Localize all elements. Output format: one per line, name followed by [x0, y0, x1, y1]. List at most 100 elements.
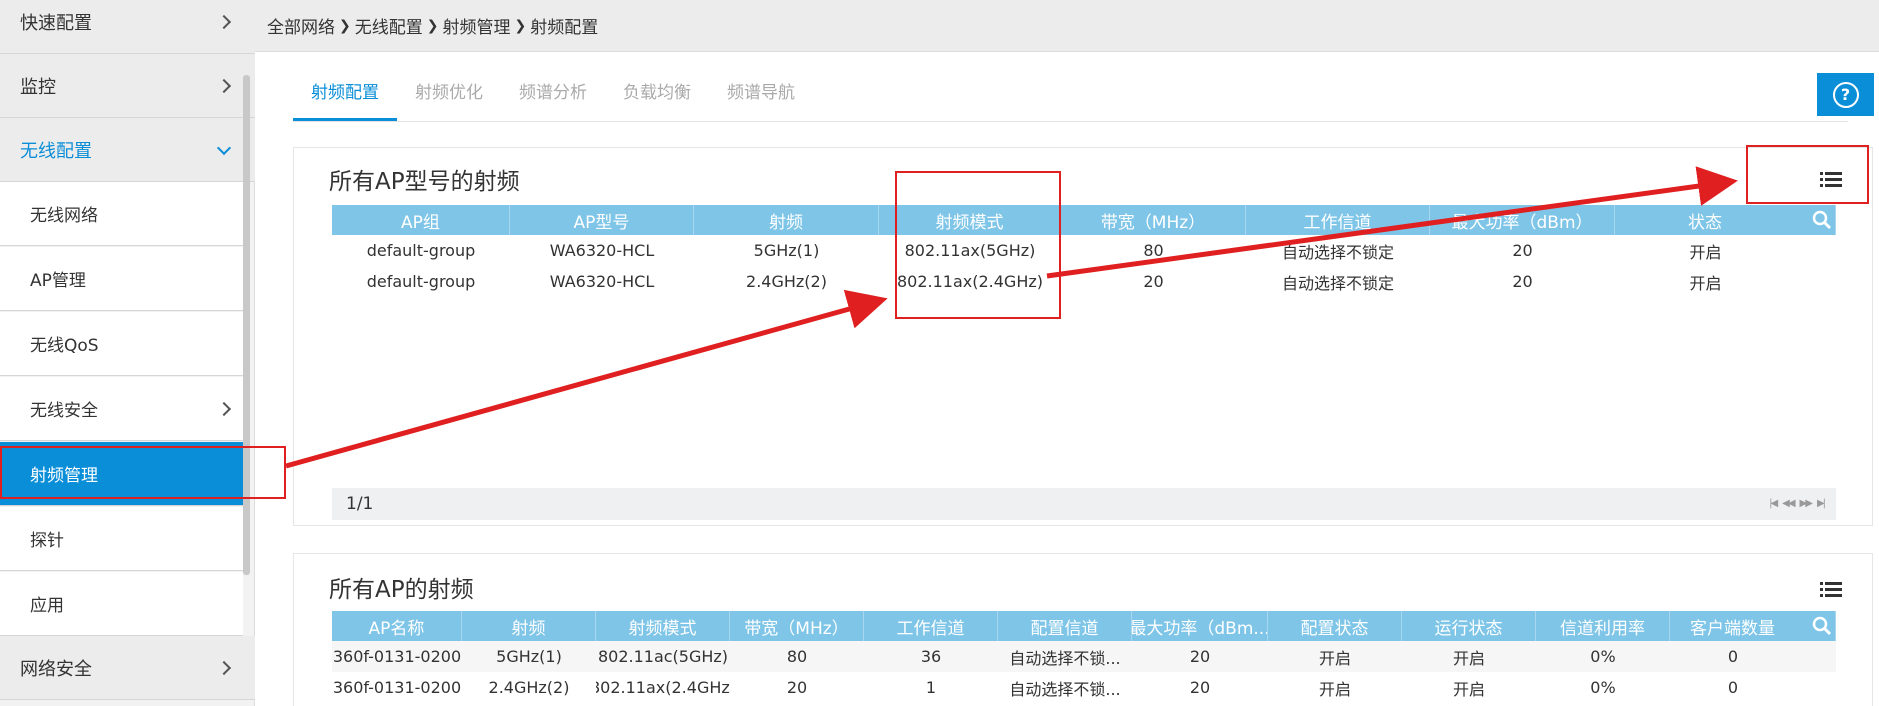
table-cell: 360f-0131-0200	[332, 647, 462, 666]
chevron-right-icon: ❯	[339, 17, 351, 34]
table-cell: 开启	[1689, 273, 1722, 293]
sidebar-item-application[interactable]: 应用	[0, 572, 243, 636]
table-cell: 802.11ac(5GHz)	[597, 647, 729, 666]
table-header: AP组 AP型号 射频 射频模式 带宽（MHz） 工作信道 最大功率（dBm） …	[332, 205, 1836, 235]
tab-divider	[293, 121, 1848, 122]
table-cell: 自动选择不锁...	[1009, 648, 1121, 668]
sidebar-item-ap-management[interactable]: AP管理	[0, 247, 243, 311]
sidebar-item-label: 监控	[20, 76, 56, 98]
sidebar-item-monitor[interactable]: 监控	[0, 54, 255, 118]
column-header[interactable]: 信道利用率	[1536, 611, 1670, 641]
breadcrumb-item: 射频配置	[530, 18, 599, 38]
table-row[interactable]: default-group WA6320-HCL 5GHz(1) 802.11a…	[332, 235, 1836, 266]
tab-rf-config[interactable]: 射频配置	[293, 64, 397, 122]
tab-load-balancing[interactable]: 负载均衡	[605, 64, 709, 122]
column-header[interactable]: 配置信道	[998, 611, 1132, 641]
chevron-right-icon: ❯	[514, 17, 527, 34]
column-header[interactable]: 工作信道	[1246, 205, 1430, 235]
table-cell: 开启	[1452, 679, 1485, 699]
table-cell: 0%	[1590, 678, 1616, 697]
table-cell: 360f-0131-0200	[332, 678, 462, 697]
table-cell: 0	[1727, 647, 1739, 666]
column-header[interactable]: 带宽（MHz）	[730, 611, 864, 641]
table-header: AP名称 射频 射频模式 带宽（MHz） 工作信道 配置信道 最大功率（dBm.…	[332, 611, 1836, 641]
column-header[interactable]: 工作信道	[864, 611, 998, 641]
list-menu-icon[interactable]	[1820, 582, 1842, 598]
table-cell: 80	[1143, 241, 1164, 260]
tab-bar: 射频配置 射频优化 频谱分析 负载均衡 频谱导航	[293, 64, 813, 122]
column-header[interactable]: 射频模式	[596, 611, 730, 641]
column-header[interactable]: AP组	[332, 205, 510, 235]
first-page-icon[interactable]: |◀	[1769, 498, 1778, 509]
table-row[interactable]: 360f-0131-0200 2.4GHz(2) 802.11ax(2.4GHz…	[332, 672, 1836, 703]
sidebar: 快速配置 监控 无线配置 无线网络 AP管理 无线QoS 无线安全 射频管理 探…	[0, 0, 255, 706]
sidebar-item-label: 探针	[30, 531, 64, 551]
sidebar-item-rf-management[interactable]: 射频管理	[0, 442, 243, 506]
sidebar-item-wireless-qos[interactable]: 无线QoS	[0, 312, 243, 376]
table-cell: WA6320-HCL	[549, 272, 655, 291]
search-icon[interactable]	[1812, 616, 1832, 636]
help-icon: ?	[1832, 81, 1859, 108]
breadcrumb-item[interactable]: 无线配置	[355, 13, 423, 38]
sidebar-item-probe[interactable]: 探针	[0, 507, 243, 571]
table-cell: WA6320-HCL	[549, 241, 655, 260]
table-cell: 20	[1512, 272, 1533, 291]
column-header[interactable]: 射频	[694, 205, 879, 235]
table-cell: 自动选择不锁定	[1281, 273, 1394, 293]
sidebar-item-quick-config[interactable]: 快速配置	[0, 0, 255, 54]
table-cell: 20	[1512, 241, 1533, 260]
table-cell: default-group	[366, 241, 476, 260]
main-content: 全部网络 ❯ 无线配置 ❯ 射频管理 ❯ 射频配置 射频配置 射频优化 频谱分析…	[255, 0, 1879, 706]
table-cell: 自动选择不锁...	[1009, 679, 1121, 699]
table-cell: 5GHz(1)	[496, 647, 562, 666]
last-page-icon[interactable]: ▶|	[1817, 498, 1826, 509]
breadcrumb: 全部网络 ❯ 无线配置 ❯ 射频管理 ❯ 射频配置	[255, 0, 1879, 52]
all-ap-radio-panel: 所有AP的射频 AP名称 射频 射频模式 带宽（MHz） 工作信道 配置信道 最…	[293, 553, 1873, 706]
search-icon[interactable]	[1812, 210, 1832, 230]
table-row[interactable]: 360f-0131-0200 5GHz(1) 802.11ac(5GHz) 80…	[332, 641, 1836, 672]
panel-title: 所有AP型号的射频	[329, 169, 520, 195]
table-cell: 2.4GHz(2)	[746, 272, 827, 291]
column-header[interactable]: 运行状态	[1402, 611, 1536, 641]
tab-rf-optimization[interactable]: 射频优化	[397, 64, 501, 122]
column-header[interactable]: 带宽（MHz）	[1061, 205, 1246, 235]
breadcrumb-item[interactable]: 全部网络	[267, 13, 335, 38]
column-header[interactable]: 状态	[1615, 205, 1836, 235]
table-cell: 5GHz(1)	[753, 241, 820, 260]
list-menu-icon[interactable]	[1820, 172, 1842, 188]
help-button[interactable]: ?	[1817, 73, 1874, 116]
sidebar-scrollbar[interactable]	[243, 75, 250, 575]
tab-spectrum-navigation[interactable]: 频谱导航	[709, 64, 813, 122]
table-cell: 自动选择不锁定	[1281, 242, 1394, 262]
sidebar-item-wireless-security[interactable]: 无线安全	[0, 377, 243, 441]
sidebar-item-network-security[interactable]: 网络安全	[0, 636, 255, 700]
column-header[interactable]: 最大功率（dBm...	[1132, 611, 1268, 641]
table-cell: 0%	[1590, 647, 1616, 666]
tab-spectrum-analysis[interactable]: 频谱分析	[501, 64, 605, 122]
sidebar-item-wireless-network[interactable]: 无线网络	[0, 182, 243, 246]
table-cell: 开启	[1318, 648, 1351, 668]
table-cell: 20	[1189, 647, 1211, 666]
column-header[interactable]: 配置状态	[1268, 611, 1402, 641]
chevron-right-icon	[216, 660, 232, 675]
table-cell: 802.11ax(2.4GHz)	[596, 678, 730, 697]
table-cell: 0	[1727, 678, 1739, 697]
sidebar-item-wireless-config[interactable]: 无线配置	[0, 118, 255, 182]
next-page-icon[interactable]: ▶▶	[1800, 498, 1813, 509]
column-header[interactable]: 最大功率（dBm）	[1430, 205, 1615, 235]
sidebar-item-label: 应用	[30, 596, 64, 616]
chevron-down-icon	[216, 140, 232, 155]
column-header[interactable]: AP名称	[332, 611, 462, 641]
table-cell: 开启	[1452, 648, 1485, 668]
prev-page-icon[interactable]: ◀◀	[1782, 498, 1795, 509]
table-cell: 80	[786, 647, 808, 666]
panel-title: 所有AP的射频	[329, 577, 474, 603]
sidebar-item-label: 无线配置	[20, 140, 92, 162]
column-header[interactable]: 射频模式	[879, 205, 1061, 235]
column-header[interactable]: AP型号	[510, 205, 694, 235]
column-header[interactable]: 射频	[462, 611, 596, 641]
table-row[interactable]: default-group WA6320-HCL 2.4GHz(2) 802.1…	[332, 266, 1836, 297]
table-cell: 20	[786, 678, 808, 697]
chevron-right-icon	[216, 14, 232, 29]
breadcrumb-item[interactable]: 射频管理	[442, 13, 510, 38]
